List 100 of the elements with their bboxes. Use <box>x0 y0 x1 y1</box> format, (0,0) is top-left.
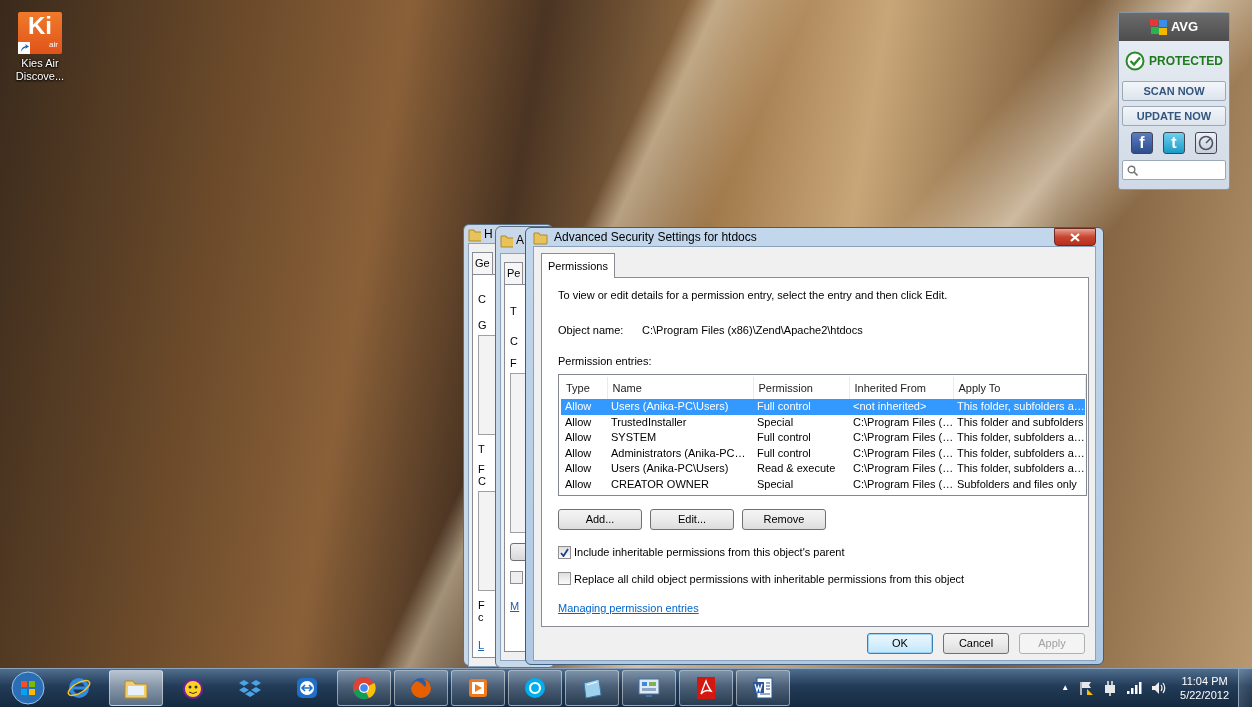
table-cell[interactable]: Administrators (Anika-PC… <box>607 445 753 461</box>
window-title: H <box>484 226 493 243</box>
label-text: C <box>478 292 486 305</box>
social-button[interactable]: f <box>1131 132 1153 154</box>
search-icon <box>1127 164 1138 176</box>
widget-button[interactable]: UPDATE NOW <box>1122 106 1226 126</box>
table-cell[interactable]: Allow <box>561 476 607 492</box>
instruction-text: To view or edit details for a permission entry, select the entry and then click Edit. <box>558 287 949 303</box>
dialog-button[interactable]: Remove <box>742 509 826 530</box>
taskbar-button[interactable] <box>736 670 790 706</box>
show-hidden-icons-button[interactable]: ▲ <box>1061 682 1070 694</box>
globe-icon <box>408 675 434 701</box>
checkmark-icon <box>560 547 569 557</box>
label-text: F <box>478 598 485 611</box>
close-button[interactable] <box>1054 228 1096 246</box>
taskbar-button[interactable] <box>622 670 676 706</box>
folder-icon <box>533 229 548 245</box>
date-text: 5/22/2012 <box>1180 688 1229 702</box>
checkbox[interactable] <box>510 570 523 584</box>
label-text: G <box>478 318 487 331</box>
taskbar-button[interactable] <box>565 670 619 706</box>
table-cell[interactable]: This folder, subfolders a… <box>953 445 1085 461</box>
table-cell[interactable]: This folder, subfolders a… <box>953 461 1085 477</box>
time-text: 11:04 PM <box>1181 674 1228 688</box>
object-path-text: C:\Program Files (x86)\Zend\Apache2\htdocs <box>642 323 863 338</box>
table-cell[interactable]: Subfolders and files only <box>953 476 1085 492</box>
dialog-button[interactable]: OK <box>867 632 933 654</box>
table-cell[interactable]: Full control <box>753 430 849 446</box>
search-field[interactable] <box>1122 160 1226 180</box>
table-cell[interactable]: TrustedInstaller <box>607 414 753 430</box>
table-cell[interactable]: Allow <box>561 461 607 477</box>
help-link[interactable]: M <box>510 597 520 614</box>
taskbar-button[interactable] <box>508 670 562 706</box>
page-icon <box>750 675 776 701</box>
table-cell[interactable]: C:\Program Files (… <box>849 461 953 477</box>
table-cell[interactable]: SYSTEM <box>607 430 753 446</box>
arrows-icon <box>294 675 320 701</box>
shortcut-arrow-icon <box>18 42 30 54</box>
table-cell[interactable]: Special <box>753 414 849 430</box>
squares-logo-icon <box>1149 19 1168 35</box>
taskbar-button[interactable] <box>679 670 733 706</box>
taskbar-button[interactable] <box>451 670 505 706</box>
logo-text: AVG <box>1170 18 1199 37</box>
close-icon <box>1070 232 1080 242</box>
browser-icon <box>66 675 92 701</box>
tricolor-circle-icon <box>351 675 377 701</box>
help-link[interactable]: Managing permission entries <box>558 600 699 617</box>
show-desktop-button[interactable] <box>1238 669 1252 707</box>
folder-icon <box>500 232 513 248</box>
folder-icon <box>468 226 481 242</box>
speaker-icon[interactable] <box>1151 681 1168 695</box>
label-text: C <box>478 474 486 487</box>
label-text: T <box>478 442 485 455</box>
table-cell[interactable]: C:\Program Files (… <box>849 414 953 430</box>
help-link[interactable]: L <box>478 636 485 653</box>
label-text: T <box>510 304 517 317</box>
window-title: A <box>516 232 524 249</box>
app-tile-icon[interactable]: Ki air <box>18 12 62 54</box>
option-label[interactable]: Replace all child object permissions with inheritable permissions from this object <box>574 570 965 587</box>
field-label: Permission entries: <box>558 353 653 369</box>
taskbar-button[interactable] <box>337 670 391 706</box>
dialog-button[interactable]: Cancel <box>943 632 1009 654</box>
dialog-button[interactable]: Edit... <box>650 509 734 530</box>
window-title: Advanced Security Settings for htdocs <box>554 229 757 246</box>
signal-bars-icon[interactable] <box>1126 681 1143 695</box>
checkbox[interactable] <box>558 572 571 586</box>
table-cell[interactable]: Allow <box>561 430 607 446</box>
status-text: PROTECTED <box>1149 53 1223 70</box>
checkbox[interactable] <box>558 545 571 559</box>
flag-icon[interactable] <box>1078 680 1095 696</box>
plug-icon[interactable] <box>1103 680 1118 696</box>
label-text: F <box>510 356 517 369</box>
windows-orb-icon <box>11 671 45 705</box>
desktop-icon-label[interactable]: Kies Air Discove... <box>10 57 70 83</box>
table-cell[interactable]: C:\Program Files (… <box>849 445 953 461</box>
table-cell[interactable]: C:\Program Files (… <box>849 476 953 492</box>
dialog-button[interactable]: Add... <box>558 509 642 530</box>
table-cell[interactable]: This folder, subfolders a… <box>953 430 1085 446</box>
check-circle-icon <box>1125 51 1145 71</box>
label-text: c <box>478 610 484 623</box>
table-cell[interactable]: Allow <box>561 445 607 461</box>
tab[interactable]: Pe <box>504 262 524 284</box>
table-cell[interactable]: This folder and subfolders <box>953 414 1085 430</box>
table-cell[interactable]: Special <box>753 476 849 492</box>
widget-button[interactable]: SCAN NOW <box>1122 81 1226 101</box>
option-label[interactable]: Include inheritable permissions from this object's parent <box>574 544 845 561</box>
table-cell[interactable]: Users (Anika-PC\Users) <box>607 461 753 477</box>
table-cell[interactable]: Full control <box>753 445 849 461</box>
table-cell[interactable]: C:\Program Files (… <box>849 430 953 446</box>
table-cell[interactable]: CREATOR OWNER <box>607 476 753 492</box>
gauge-button[interactable] <box>1195 132 1217 154</box>
table-cell[interactable]: Allow <box>561 414 607 430</box>
bubble-icon <box>522 675 548 701</box>
table-cell[interactable]: Read & execute <box>753 461 849 477</box>
tab[interactable]: Permissions <box>541 253 615 278</box>
tab[interactable]: Ge <box>472 252 493 274</box>
label-text: C <box>510 334 518 347</box>
clock[interactable]: 11:04 PM 5/22/2012 <box>1180 674 1229 702</box>
field-label: Object name: <box>558 323 625 338</box>
label-text: F <box>478 462 485 475</box>
